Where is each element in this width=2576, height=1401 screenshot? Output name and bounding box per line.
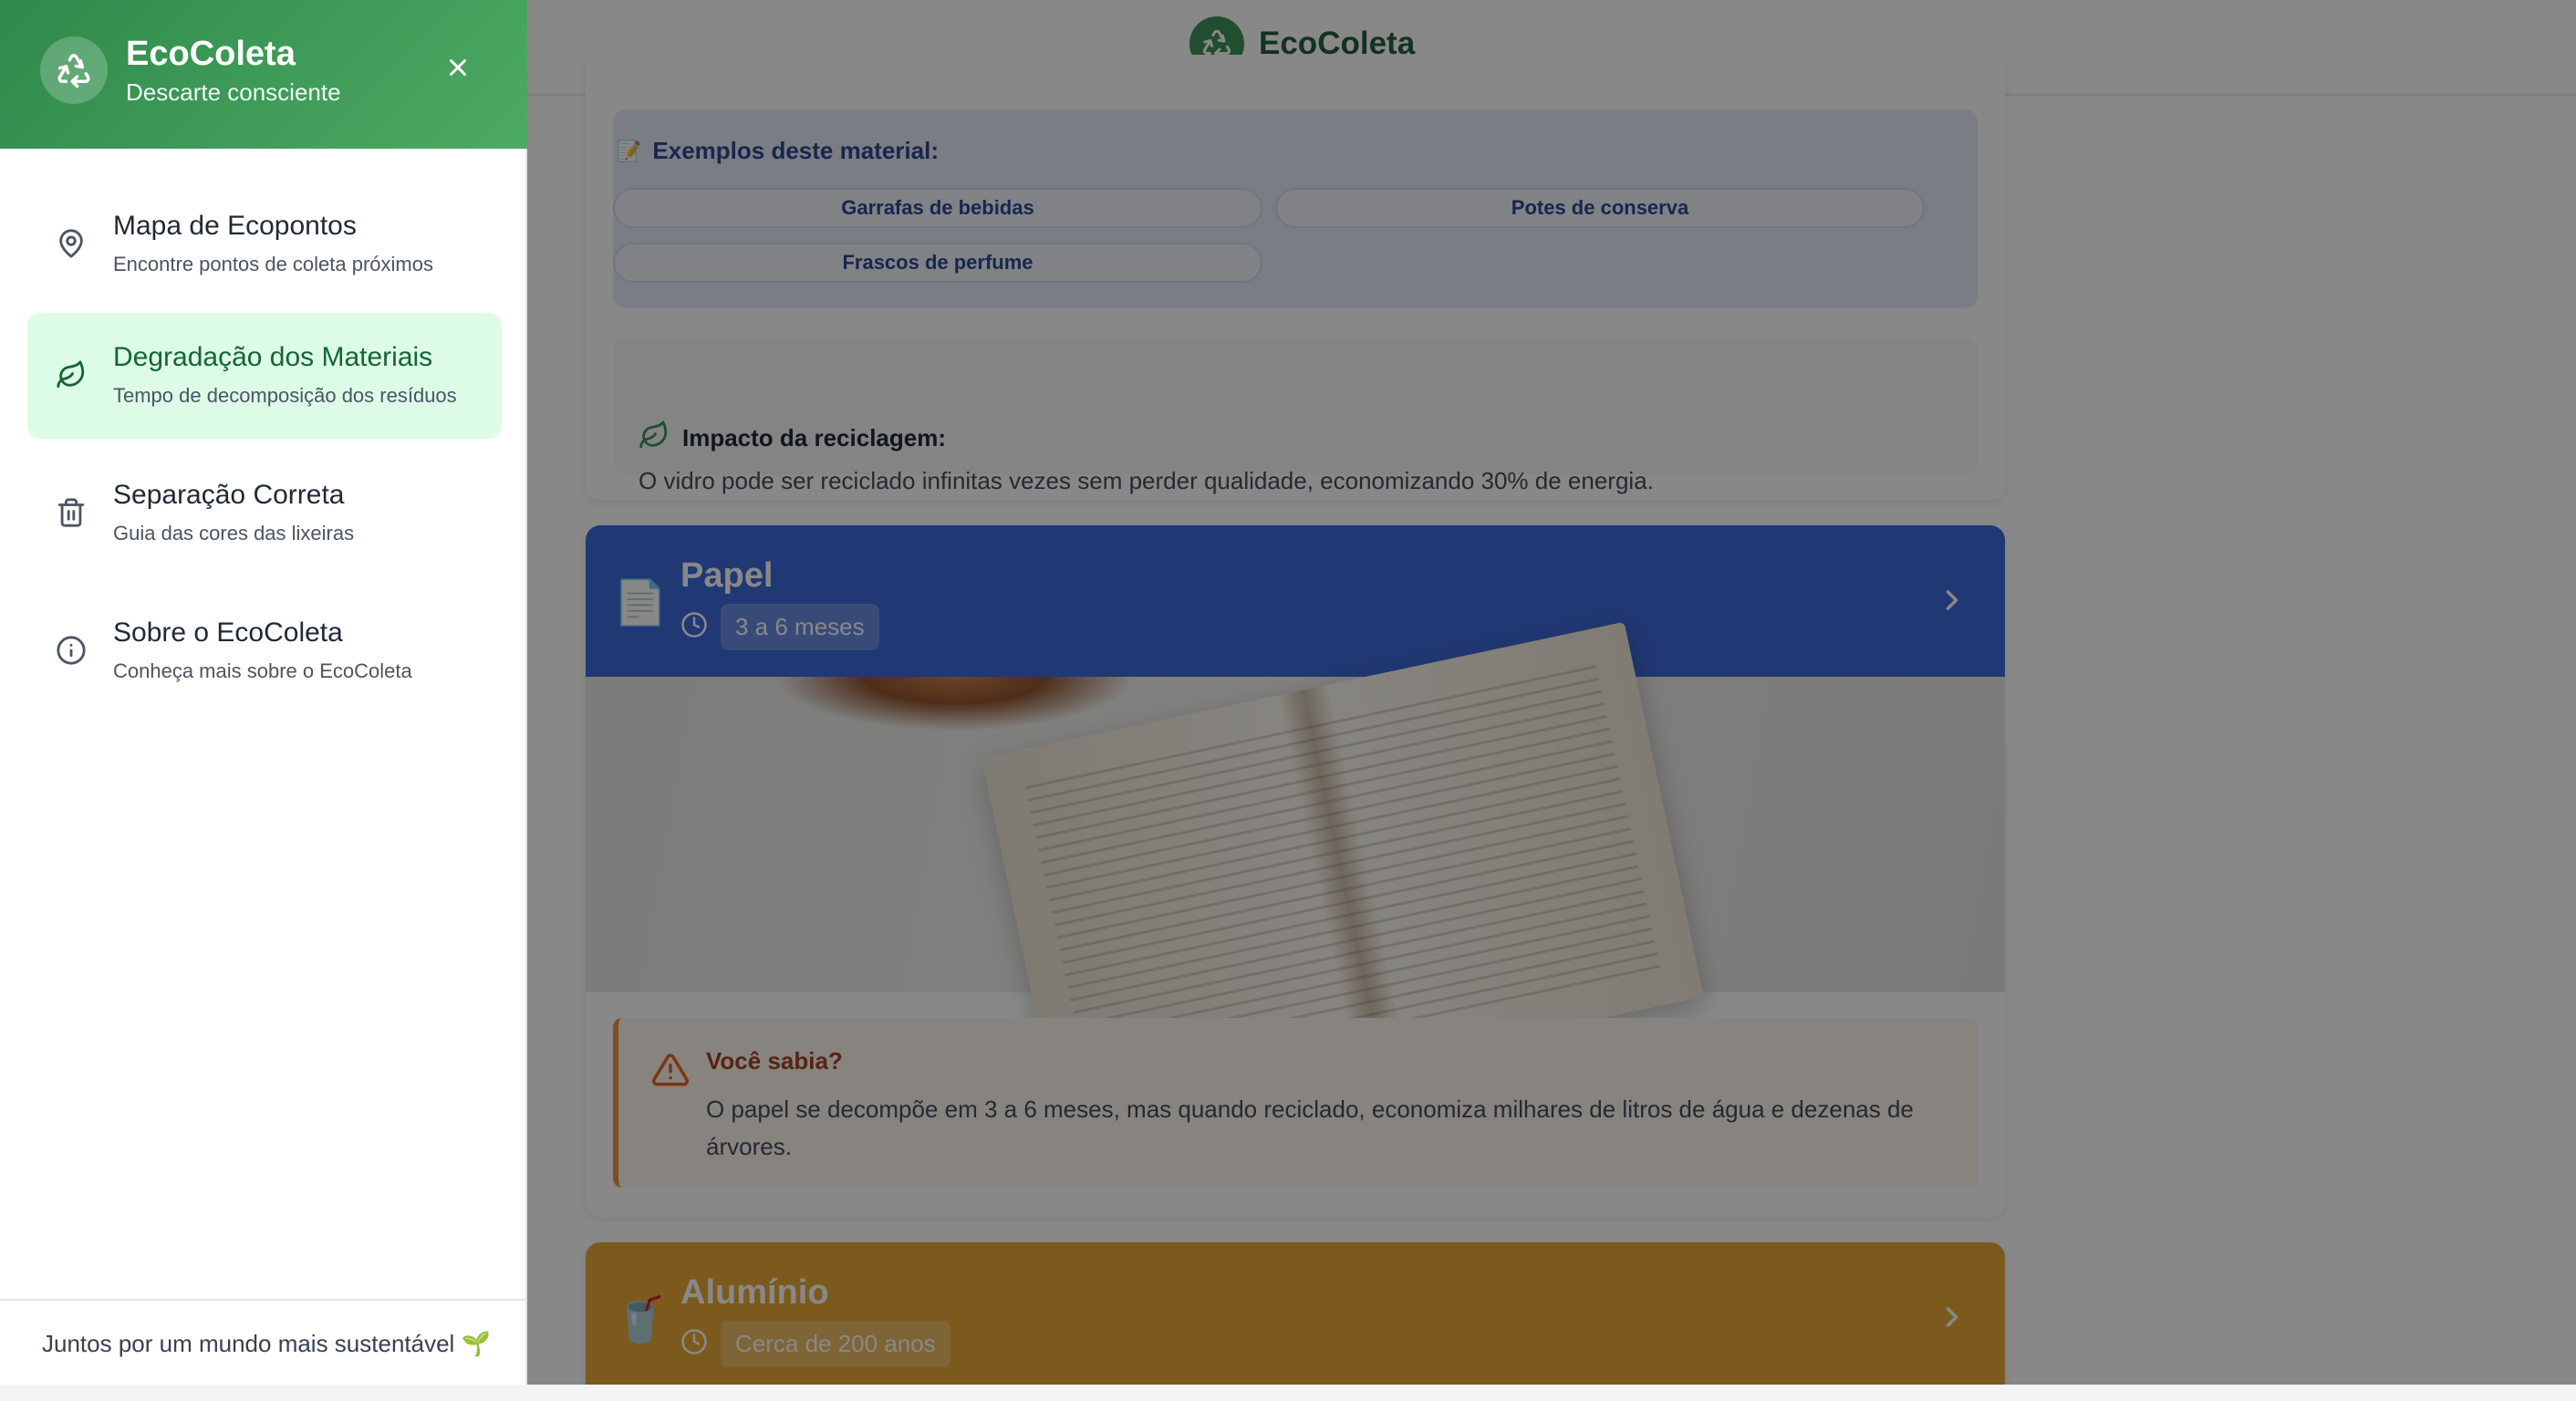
bottom-strip (0, 1385, 2576, 1401)
nav-item-ecopoints-map[interactable]: Mapa de Ecopontos Encontre pontos de col… (27, 182, 502, 307)
recycle-icon (40, 36, 108, 104)
nav-label: Sobre o EcoColeta (113, 617, 343, 648)
nav-item-material-degradation[interactable]: Degradação dos Materiais Tempo de decomp… (27, 313, 502, 439)
nav-description: Tempo de decomposição dos resíduos (113, 384, 457, 407)
nav-description: Encontre pontos de coleta próximos (113, 253, 433, 275)
nav-label: Degradação dos Materiais (113, 342, 433, 372)
nav-item-correct-separation[interactable]: Separação Correta Guia das cores das lix… (27, 451, 502, 576)
map-pin-icon (53, 225, 89, 262)
drawer-title: EcoColeta (126, 35, 296, 73)
trash-icon (53, 494, 89, 531)
footer-text: Juntos por um mundo mais sustentável 🌱 (42, 1330, 491, 1357)
nav-label: Mapa de Ecopontos (113, 211, 357, 241)
nav-label: Separação Correta (113, 480, 345, 510)
info-icon (53, 632, 89, 669)
drawer-header: EcoColeta Descarte consciente (0, 0, 527, 149)
close-drawer-button[interactable] (440, 49, 476, 86)
side-drawer: EcoColeta Descarte consciente Mapa de Ec… (0, 0, 527, 1385)
drawer-subtitle: Descarte consciente (126, 78, 341, 106)
leaf-icon (53, 357, 89, 393)
drawer-footer: Juntos por um mundo mais sustentável 🌱 (0, 1299, 527, 1385)
nav-description: Conheça mais sobre o EcoColeta (113, 659, 412, 682)
nav-description: Guia das cores das lixeiras (113, 522, 355, 545)
nav-item-about[interactable]: Sobre o EcoColeta Conheça mais sobre o E… (27, 588, 502, 714)
close-icon (450, 59, 466, 76)
